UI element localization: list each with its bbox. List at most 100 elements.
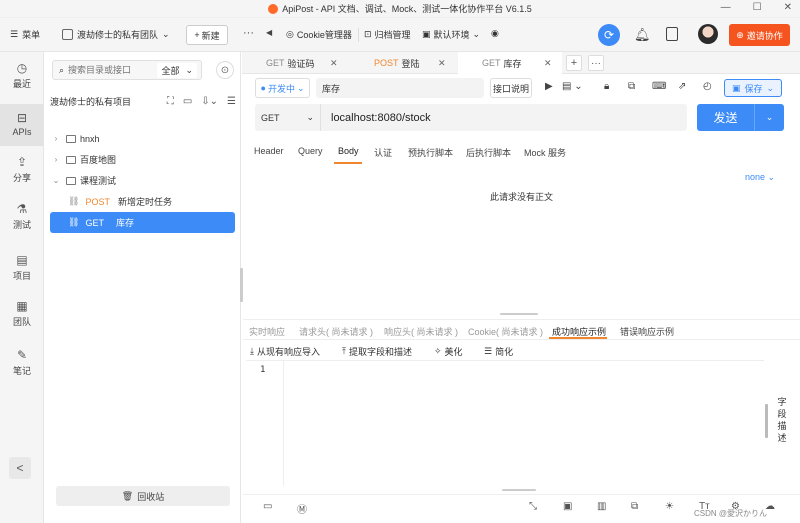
tree-folder[interactable]: › hnxh [50, 128, 235, 149]
history-icon[interactable]: ◴ [703, 81, 712, 92]
method-selector[interactable]: GET ⌄ [255, 104, 321, 131]
rail-item-test[interactable]: ⚗ 测试 [0, 203, 44, 231]
close-icon[interactable]: ✕ [330, 58, 338, 69]
tab-pre-script[interactable]: 预执行脚本 [408, 146, 453, 159]
lock-icon[interactable]: 🔒︎ [604, 81, 609, 92]
tab-verification-code[interactable]: GET 验证码 ✕ [242, 52, 349, 74]
play-icon[interactable]: ▶ [545, 81, 553, 92]
scope-label: 全部 [161, 66, 180, 76]
chevron-right-icon[interactable]: › [50, 134, 62, 143]
tab-login[interactable]: POST 登陆 ✕ [350, 52, 457, 74]
theme-icon[interactable]: ☀ [665, 501, 674, 512]
rail-item-recent[interactable]: ◷ 最近 [0, 62, 44, 90]
api-doc-button[interactable]: 接口说明 [490, 78, 532, 98]
tree-folder-open[interactable]: ⌄ 课程测试 [50, 170, 235, 191]
url-input[interactable]: localhost:8080/stock [321, 112, 431, 124]
tab-more-button[interactable]: ··· [588, 55, 604, 71]
copy-icon[interactable]: ⧉ [631, 501, 638, 512]
back-arrow-icon[interactable]: ◀ [266, 28, 272, 37]
tab-request-headers[interactable]: 请求头( 尚未请求 ) [299, 325, 373, 338]
body-mode-selector[interactable]: none ⌄ [745, 172, 775, 183]
extract-fields-button[interactable]: ⤒ 提取字段和描述 [342, 345, 412, 358]
menu-button[interactable]: ☰ 菜单 [10, 28, 40, 41]
tab-header[interactable]: Header [254, 146, 284, 156]
archive-button[interactable]: ⊡ 归档管理 [364, 28, 411, 41]
import-icon[interactable]: ⇩⌄ [201, 96, 218, 107]
tab-body[interactable]: Body [338, 146, 359, 156]
tree-folder[interactable]: › 百度地图 [50, 149, 235, 170]
archive-label: 归档管理 [374, 30, 411, 40]
console-icon[interactable]: ▣ [563, 501, 572, 512]
avatar[interactable] [698, 24, 718, 44]
add-tab-button[interactable]: + [566, 55, 582, 71]
api-name-input[interactable]: 库存 [316, 78, 484, 98]
cookie-manager-button[interactable]: ◎ Cookie管理器 [286, 28, 352, 41]
panel-resize-handle[interactable] [502, 489, 536, 491]
tree-api-item[interactable]: ⛓ POST 新增定时任务 [50, 191, 235, 212]
notebook-icon[interactable] [666, 27, 678, 41]
split-view-icon[interactable]: ▥ [597, 501, 606, 512]
tab-error-example[interactable]: 错误响应示例 [620, 325, 674, 338]
status-selector[interactable]: ● 开发中 ⌄ [255, 78, 310, 98]
recycle-label: 回收站 [137, 491, 165, 502]
copy-icon[interactable]: ⧉ [628, 81, 635, 92]
rail-item-team[interactable]: ▦ 团队 [0, 300, 44, 328]
more-icon[interactable]: ··· [243, 27, 254, 39]
collapse-sidebar-button[interactable]: < [9, 457, 31, 479]
code-icon[interactable]: ⌨ [652, 81, 666, 92]
tab-query[interactable]: Query [298, 146, 323, 156]
locate-button[interactable]: ⊙ [216, 61, 234, 79]
recycle-bin-button[interactable]: 🗑︎ 回收站 [56, 486, 230, 506]
minimize-button[interactable]: — [721, 2, 731, 13]
bell-icon[interactable]: 🔔︎ [634, 27, 651, 43]
close-window-button[interactable]: ✕ [784, 2, 792, 13]
field-description-toggle[interactable]: 字段描述 [776, 396, 788, 444]
layout-icon[interactable]: ▭ [263, 501, 272, 512]
panel-resize-handle[interactable] [500, 313, 538, 315]
chevron-right-icon[interactable]: › [50, 155, 62, 164]
chevron-down-icon[interactable]: ⌄ [50, 176, 62, 185]
tab-realtime-response[interactable]: 实时响应 [249, 325, 285, 338]
scope-selector[interactable]: 全部 ⌄ [157, 63, 197, 78]
rail-label: 团队 [12, 317, 31, 327]
environment-selector[interactable]: ▣ 默认环境 ⌄ [422, 28, 480, 41]
tab-stock[interactable]: GET 库存 ✕ [458, 52, 562, 74]
tab-response-headers[interactable]: 响应头( 尚未请求 ) [384, 325, 458, 338]
close-icon[interactable]: ✕ [544, 58, 552, 69]
collapse-panel-icon[interactable]: ⤡ [529, 501, 537, 512]
chevron-down-icon[interactable]: ⌄ [754, 104, 784, 131]
beautify-button[interactable]: ✧ 美化 [434, 345, 463, 358]
invite-button[interactable]: ⊕ 邀请协作 [729, 24, 790, 46]
tab-post-script[interactable]: 后执行脚本 [466, 146, 511, 159]
rail-item-project[interactable]: ▤ 项目 [0, 254, 44, 282]
code-editor[interactable]: 1 [246, 360, 764, 486]
sync-button[interactable]: ⟳ [598, 24, 620, 46]
sidebar-resize-handle[interactable] [240, 268, 243, 302]
new-folder-icon[interactable]: ▭ [183, 96, 192, 107]
maximize-button[interactable]: ☐ [753, 2, 762, 13]
eye-icon[interactable]: ◉ [491, 28, 499, 39]
sort-icon[interactable]: ☰ [227, 96, 236, 107]
tab-cookie[interactable]: Cookie( 尚未请求 ) [468, 325, 543, 338]
save-button[interactable]: ▣ 保存 ⌄ [724, 79, 782, 97]
editor-scrollbar[interactable] [765, 404, 768, 438]
tab-auth[interactable]: 认证 [374, 146, 392, 159]
team-selector[interactable]: 渡劫修士的私有团队 ⌄ [62, 28, 170, 41]
new-button[interactable]: + 新建 [186, 25, 228, 45]
import-from-response-button[interactable]: ⤓ 从现有响应导入 [250, 345, 320, 358]
empty-body-text: 此请求没有正文 [490, 192, 554, 202]
tree-api-item-selected[interactable]: ⛓ GET 库存 [50, 212, 235, 233]
send-button[interactable]: 发送 ⌄ [697, 104, 784, 131]
add-api-icon[interactable]: ⛶ [167, 96, 174, 107]
search-input[interactable] [68, 65, 159, 75]
rail-item-notes[interactable]: ✎ 笔记 [0, 349, 44, 377]
rail-item-apis[interactable]: ⊟ APIs [0, 104, 44, 146]
share-icon: ⇪ [16, 155, 28, 169]
share-icon[interactable]: ⇗ [678, 81, 686, 92]
doc-view-icon[interactable]: ▤ ⌄ [562, 81, 583, 92]
markdown-icon[interactable]: Ⓜ [297, 501, 307, 516]
close-icon[interactable]: ✕ [438, 58, 446, 69]
rail-item-share[interactable]: ⇪ 分享 [0, 156, 44, 184]
tab-mock[interactable]: Mock 服务 [524, 146, 566, 159]
simplify-button[interactable]: ☰ 简化 [484, 345, 513, 358]
